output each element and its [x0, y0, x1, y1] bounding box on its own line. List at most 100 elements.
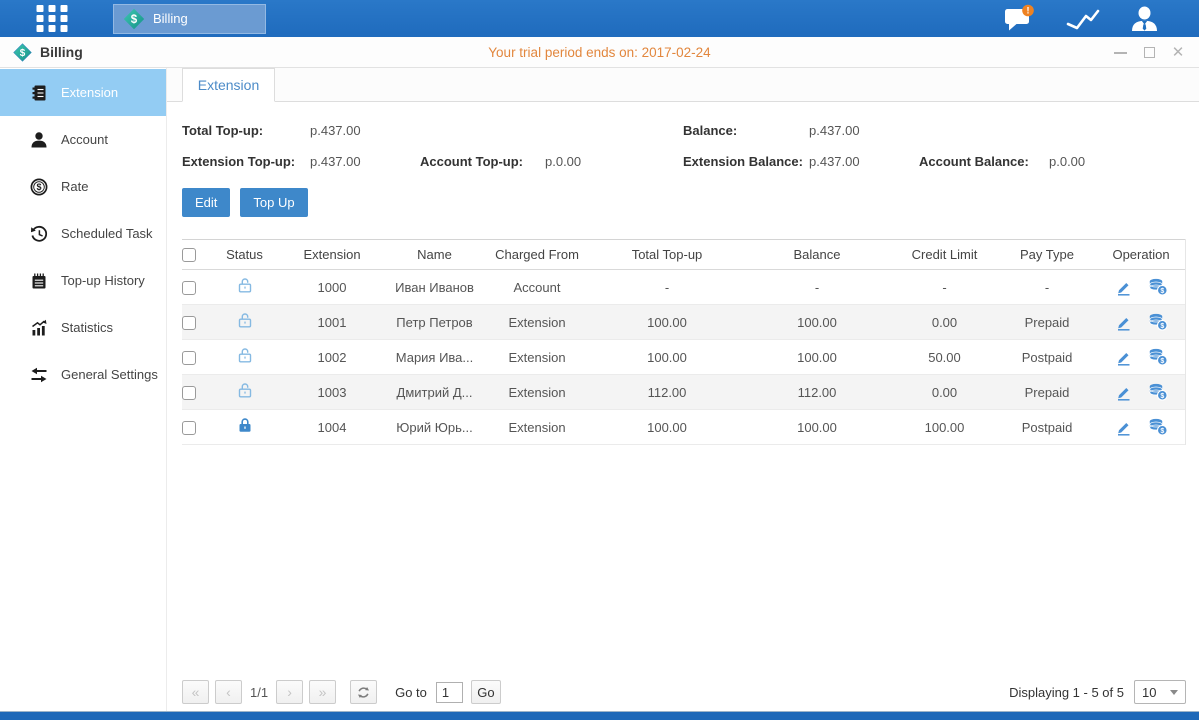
- column-pay-type: Pay Type: [997, 240, 1097, 270]
- user-account-icon[interactable]: [1130, 6, 1159, 31]
- row-checkbox[interactable]: [182, 281, 196, 295]
- prev-page-button[interactable]: ‹: [215, 680, 242, 704]
- sidebar-item-scheduled-task[interactable]: Scheduled Task: [0, 210, 166, 257]
- locked-icon: [237, 422, 253, 437]
- cell-balance: 100.00: [742, 410, 892, 445]
- sidebar-item-label: Statistics: [61, 320, 113, 335]
- table-header-row: Status Extension Name Charged From Total…: [182, 240, 1185, 270]
- topup-coins-icon[interactable]: $: [1148, 383, 1168, 401]
- sidebar-item-general-settings[interactable]: General Settings: [0, 351, 166, 398]
- go-button[interactable]: Go: [471, 680, 501, 704]
- table-row: 1001 Петр Петров Extension 100.00 100.00…: [182, 305, 1185, 340]
- cell-name: Юрий Юрь...: [387, 410, 482, 445]
- topup-button[interactable]: Top Up: [240, 188, 307, 217]
- cell-credit-limit: 100.00: [892, 410, 997, 445]
- chevron-down-icon: [1170, 690, 1178, 695]
- edit-button[interactable]: Edit: [182, 188, 230, 217]
- unlocked-icon: [237, 317, 253, 332]
- cell-name: Дмитрий Д...: [387, 375, 482, 410]
- edit-pencil-icon[interactable]: [1115, 314, 1132, 331]
- sidebar-item-rate[interactable]: $ Rate: [0, 163, 166, 210]
- cell-credit-limit: 50.00: [892, 340, 997, 375]
- minimize-icon[interactable]: [1111, 44, 1129, 62]
- svg-text:$: $: [131, 14, 138, 26]
- cell-balance: 100.00: [742, 305, 892, 340]
- edit-pencil-icon[interactable]: [1115, 349, 1132, 366]
- page-size-value: 10: [1142, 685, 1156, 700]
- last-page-button[interactable]: »: [309, 680, 336, 704]
- total-topup-label: Total Top-up:: [182, 123, 310, 138]
- edit-pencil-icon[interactable]: [1115, 419, 1132, 436]
- cell-pay-type: Prepaid: [997, 305, 1097, 340]
- billing-window: $ Billing Your trial period ends on: 201…: [0, 37, 1199, 712]
- taskbar: $ Billing !: [0, 0, 1199, 37]
- topup-coins-icon[interactable]: $: [1148, 313, 1168, 331]
- toolbar: Edit Top Up: [167, 172, 1199, 217]
- cell-pay-type: -: [997, 270, 1097, 305]
- goto-label: Go to: [395, 685, 427, 700]
- maximize-icon[interactable]: [1140, 44, 1158, 62]
- unlocked-icon: [237, 352, 253, 367]
- sidebar-item-statistics[interactable]: Statistics: [0, 304, 166, 351]
- main-panel: Extension Total Top-up: p.437.00 Extensi…: [167, 68, 1199, 711]
- svg-text:$: $: [36, 182, 41, 192]
- cell-pay-type: Prepaid: [997, 375, 1097, 410]
- svg-text:$: $: [1160, 393, 1164, 400]
- cell-charged-from: Extension: [482, 375, 592, 410]
- extension-topup-label: Extension Top-up:: [182, 154, 310, 169]
- row-checkbox[interactable]: [182, 316, 196, 330]
- column-name: Name: [387, 240, 482, 270]
- row-checkbox[interactable]: [182, 351, 196, 365]
- sidebar-item-label: Account: [61, 132, 108, 147]
- edit-pencil-icon[interactable]: [1115, 279, 1132, 296]
- taskbar-tab-billing[interactable]: $ Billing: [113, 4, 266, 34]
- cell-total-topup: 100.00: [592, 305, 742, 340]
- extension-balance-label: Extension Balance:: [683, 154, 809, 169]
- cell-name: Петр Петров: [387, 305, 482, 340]
- notifications-icon[interactable]: !: [1004, 4, 1036, 33]
- sidebar: Extension Account $: [0, 68, 167, 711]
- extension-table: Status Extension Name Charged From Total…: [182, 239, 1186, 445]
- topup-coins-icon[interactable]: $: [1148, 278, 1168, 296]
- transfer-arrows-icon: [30, 366, 48, 384]
- sidebar-item-account[interactable]: Account: [0, 116, 166, 163]
- cell-charged-from: Extension: [482, 340, 592, 375]
- cell-credit-limit: 0.00: [892, 375, 997, 410]
- svg-text:$: $: [1160, 323, 1164, 330]
- table-row: 1002 Мария Ива... Extension 100.00 100.0…: [182, 340, 1185, 375]
- cell-extension: 1001: [277, 305, 387, 340]
- topup-coins-icon[interactable]: $: [1148, 348, 1168, 366]
- cell-extension: 1000: [277, 270, 387, 305]
- cell-charged-from: Extension: [482, 410, 592, 445]
- goto-page-input[interactable]: [436, 682, 463, 703]
- row-checkbox[interactable]: [182, 386, 196, 400]
- person-icon: [30, 131, 48, 149]
- balance-label: Balance:: [683, 123, 809, 138]
- cell-balance: 100.00: [742, 340, 892, 375]
- topup-coins-icon[interactable]: $: [1148, 418, 1168, 436]
- cell-name: Мария Ива...: [387, 340, 482, 375]
- row-checkbox[interactable]: [182, 421, 196, 435]
- close-icon[interactable]: ✕: [1169, 44, 1187, 62]
- svg-text:$: $: [1160, 288, 1164, 295]
- displaying-label: Displaying 1 - 5 of 5: [1009, 685, 1124, 700]
- next-page-button[interactable]: ›: [276, 680, 303, 704]
- cell-extension: 1004: [277, 410, 387, 445]
- edit-pencil-icon[interactable]: [1115, 384, 1132, 401]
- sidebar-item-extension[interactable]: Extension: [0, 69, 166, 116]
- column-charged-from: Charged From: [482, 240, 592, 270]
- billing-summary: Total Top-up: p.437.00 Extension Top-up:…: [167, 102, 1199, 172]
- select-all-checkbox[interactable]: [182, 248, 196, 262]
- refresh-button[interactable]: [350, 680, 377, 704]
- first-page-button[interactable]: «: [182, 680, 209, 704]
- page-size-select[interactable]: 10: [1134, 680, 1186, 704]
- table-row: 1004 Юрий Юрь... Extension 100.00 100.00…: [182, 410, 1185, 445]
- apps-grid-icon[interactable]: [33, 5, 71, 32]
- table-row: 1003 Дмитрий Д... Extension 112.00 112.0…: [182, 375, 1185, 410]
- tab-extension[interactable]: Extension: [182, 68, 275, 102]
- cell-pay-type: Postpaid: [997, 340, 1097, 375]
- sidebar-item-topup-history[interactable]: Top-up History: [0, 257, 166, 304]
- window-titlebar: $ Billing Your trial period ends on: 201…: [0, 37, 1199, 68]
- statistics-chart-icon[interactable]: [1066, 7, 1100, 31]
- extension-balance-value: p.437.00: [809, 154, 919, 169]
